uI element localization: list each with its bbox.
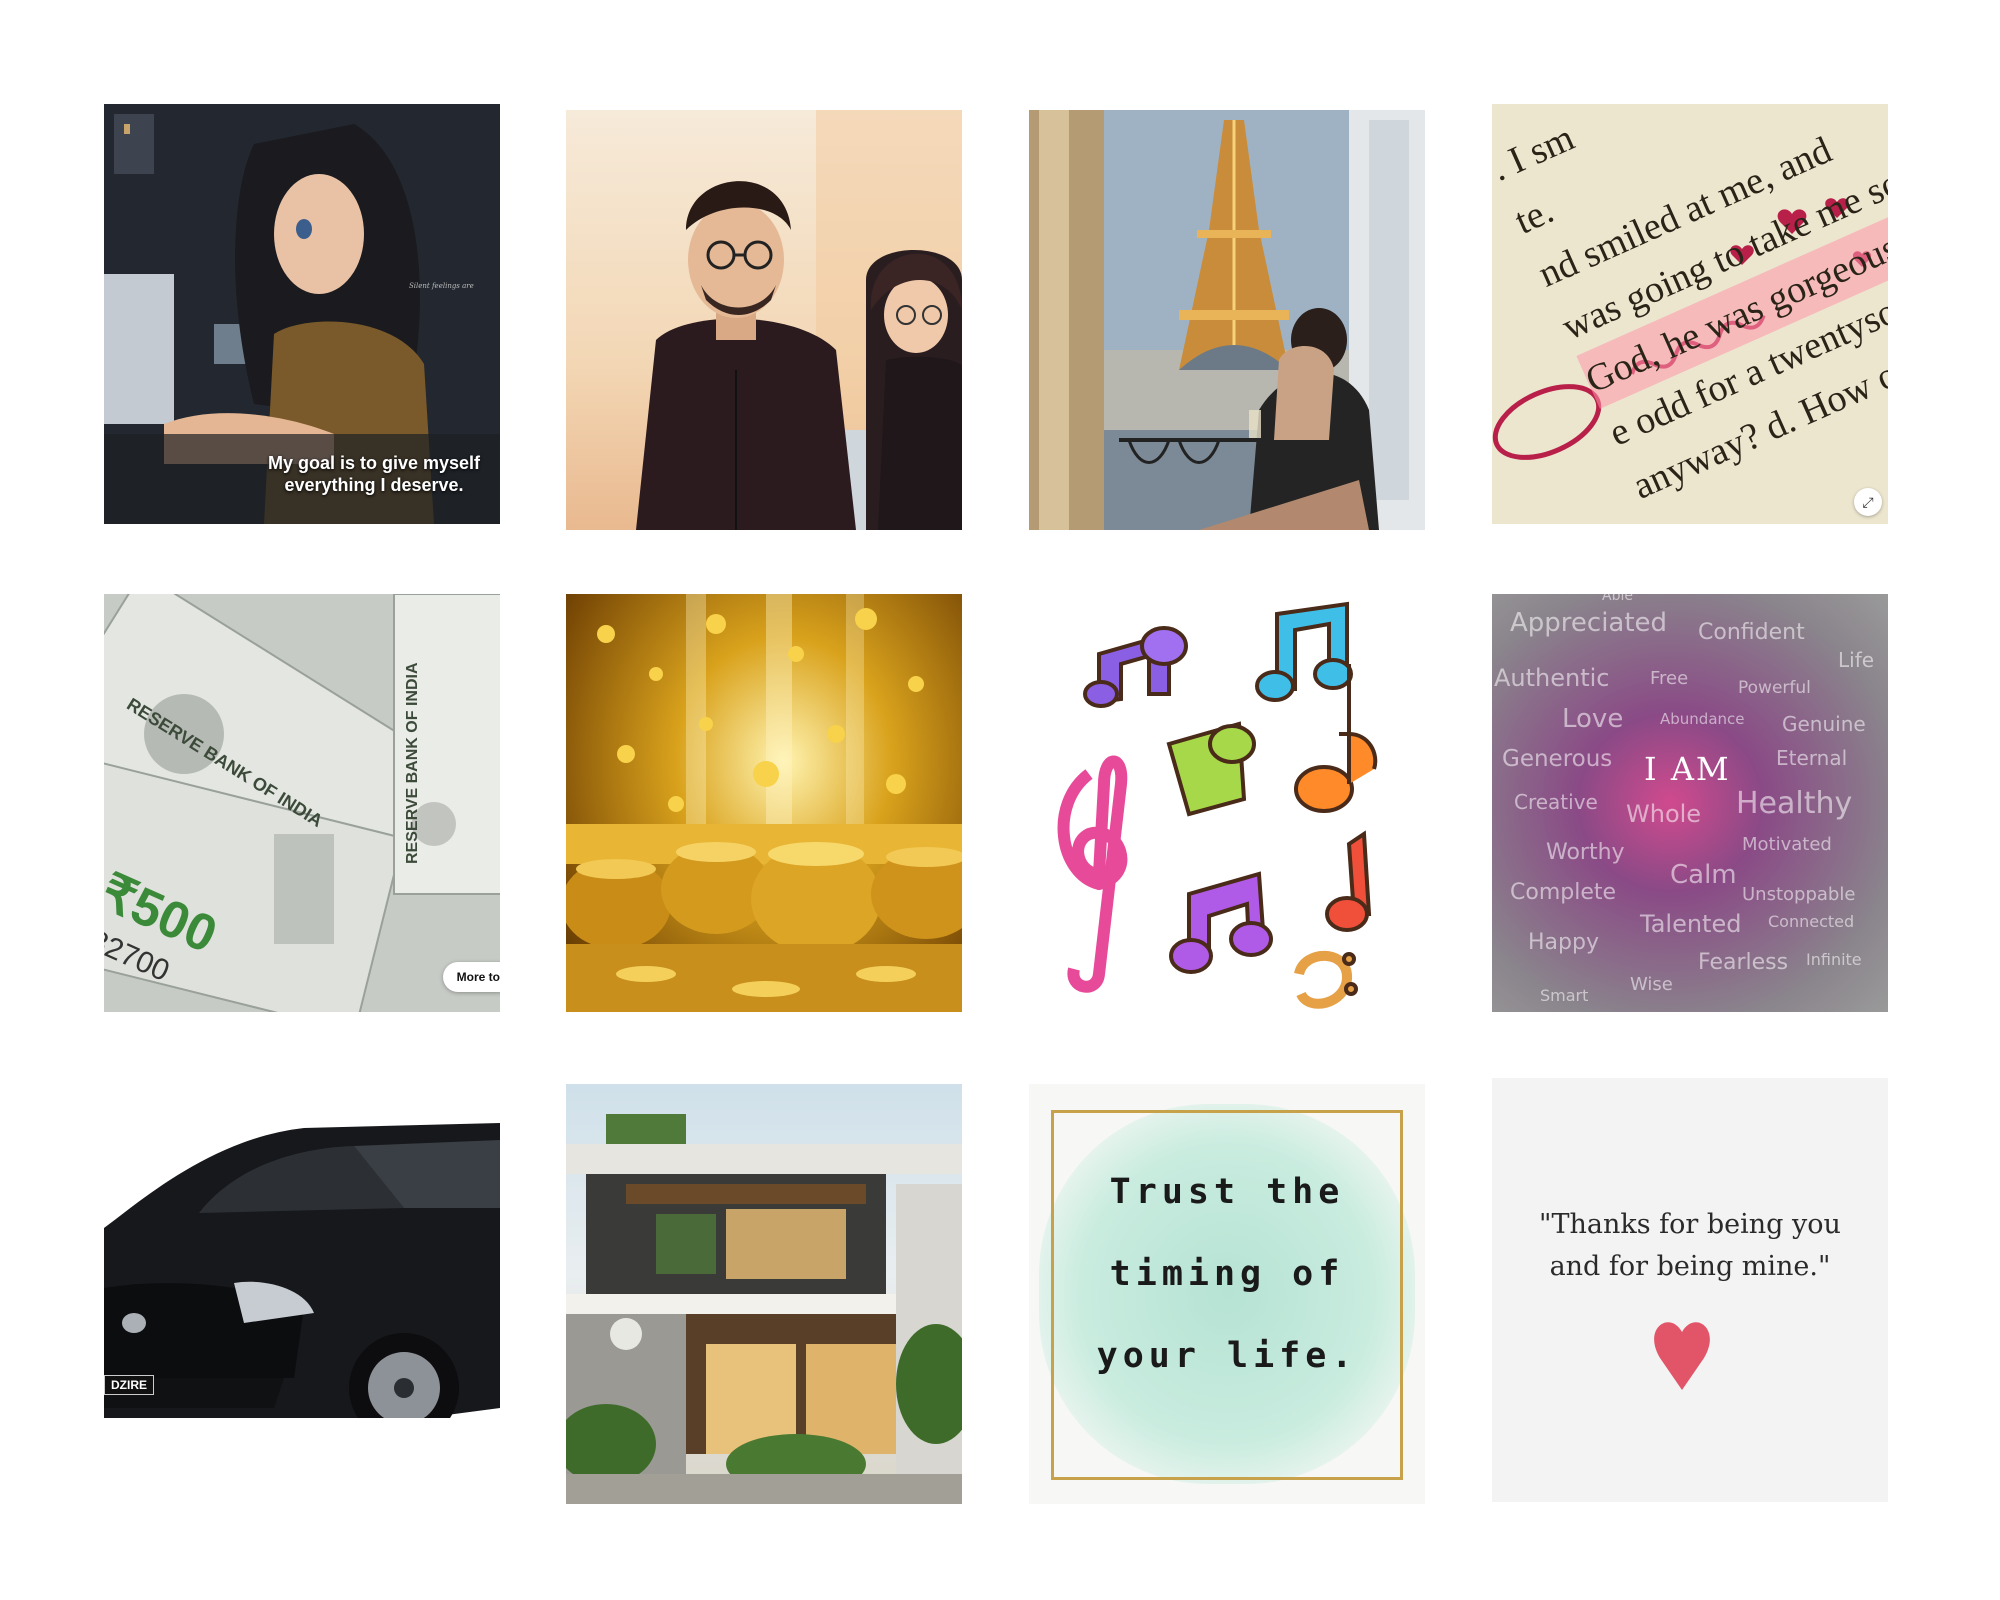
dzire-badge: DZIRE — [104, 1375, 154, 1395]
couple-illustration — [636, 110, 962, 530]
caption-line-2: everything I deserve. — [284, 475, 464, 495]
affirmation-word: Free — [1650, 668, 1689, 689]
caption-line-1: My goal is to give myself — [267, 453, 481, 473]
gold-coins-tile[interactable] — [566, 594, 962, 1012]
modern-house-tile[interactable] — [566, 1084, 962, 1504]
affirmation-word: Calm — [1670, 860, 1737, 890]
gold-frame — [1051, 1110, 1403, 1480]
goal-illustration-tile[interactable]: Silent feelings are My goal is to give m… — [104, 104, 500, 524]
watermark-text: Silent feelings are — [409, 282, 474, 290]
affirmation-word: Talented — [1640, 910, 1742, 938]
quote-line-1: Trust the — [1109, 1172, 1345, 1212]
black-car-tile[interactable]: DZIRE — [104, 1078, 500, 1498]
goal-caption: My goal is to give myself everything I d… — [264, 452, 484, 496]
quote-line-2: timing of — [1109, 1254, 1345, 1294]
quote-line-3: your life. — [1096, 1336, 1358, 1376]
affirmation-word: Whole — [1626, 800, 1702, 828]
heart-icon — [1654, 1322, 1710, 1390]
affirmation-word: Smart — [1540, 986, 1589, 1005]
eiffel-tower-photo-tile[interactable] — [1029, 110, 1425, 530]
rupee-notes-tile[interactable]: RESERVE BANK OF INDIA RESERVE BANK OF IN… — [104, 594, 500, 1012]
affirmation-word: Wise — [1630, 974, 1673, 995]
affirmation-word: Infinite — [1806, 950, 1862, 969]
i-am-center-text: I AM — [1644, 750, 1731, 788]
affirmation-word: Unstoppable — [1742, 884, 1856, 905]
affirmation-word: Powerful — [1738, 678, 1811, 698]
affirmation-word: Confident — [1698, 620, 1805, 645]
note-bank-name-vertical: RESERVE BANK OF INDIA — [404, 662, 421, 864]
book-page-tile[interactable]: . I sm te. nd smiled at me, and was goin… — [1492, 104, 1888, 524]
couple-illustration-tile[interactable] — [566, 110, 962, 530]
black-sedan-car-image — [104, 1123, 500, 1498]
affirmation-word: Appreciated — [1510, 608, 1668, 638]
zoom-icon[interactable]: ⤢ — [1854, 488, 1882, 516]
modern-house-photo — [566, 1114, 962, 1504]
music-notes-tile[interactable] — [1029, 594, 1425, 1012]
affirmation-word: Genuine — [1782, 712, 1866, 736]
more-to-explore-button[interactable]: More to — [442, 962, 500, 992]
affirmation-word: Creative — [1514, 790, 1598, 814]
gold-pots-illustration — [566, 594, 962, 1012]
affirmation-word: Connected — [1768, 912, 1855, 931]
affirmation-word: Complete — [1510, 880, 1617, 905]
affirmation-word: Fearless — [1698, 950, 1789, 975]
eiffel-tower-window-photo — [1029, 110, 1425, 530]
affirmation-word: Motivated — [1742, 834, 1832, 855]
affirmation-word: Happy — [1528, 930, 1599, 955]
trust-timing-quote-tile[interactable]: Trust the timing of your life. — [1029, 1084, 1425, 1504]
i-am-affirmations-tile[interactable]: Able Appreciated Confident Life Authenti… — [1492, 594, 1888, 1012]
affirmation-word: Life — [1838, 648, 1875, 672]
affirmation-word: Healthy — [1736, 786, 1853, 821]
affirmation-word: Worthy — [1546, 840, 1625, 865]
colorful-music-notes-illustration — [1057, 601, 1378, 1009]
affirmation-word: Love — [1562, 704, 1624, 734]
affirmation-word: Generous — [1502, 746, 1613, 772]
affirmation-word: Eternal — [1776, 746, 1848, 770]
thanks-quote-tile[interactable]: "Thanks for being you and for being mine… — [1492, 1078, 1888, 1502]
affirmation-word: Able — [1602, 594, 1633, 604]
affirmation-word: Authentic — [1494, 664, 1610, 692]
affirmation-word: Abundance — [1660, 710, 1745, 728]
